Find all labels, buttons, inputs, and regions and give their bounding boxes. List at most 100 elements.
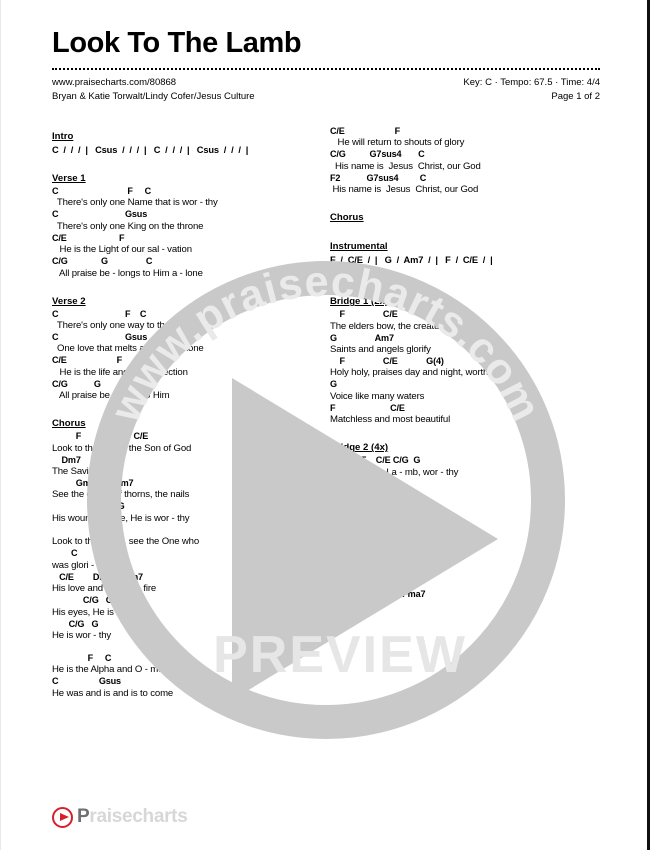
lyric-line: He will return to shouts of glory (330, 137, 465, 149)
chord-line: C F C (52, 186, 152, 196)
chart-url[interactable]: www.praisecharts.com/80868 (52, 76, 255, 90)
section-label: Chorus (52, 418, 86, 430)
lyric-line: One love that melts a heart of stone (52, 343, 204, 355)
chord-line: Gm7 Am7 (52, 478, 134, 489)
chord-line: C/G G7sus4 C (330, 149, 425, 160)
chart-section: Verse 2C F C There's only one way to the… (52, 291, 330, 414)
chart-section: C/E F He will return to shouts of glory C… (330, 126, 608, 207)
lyric-line: The elders bow, the creatures cry (330, 320, 467, 332)
lyric-line: He is wor - thy, wor - thy (330, 553, 429, 565)
section-label: Bridge 2 (4x) (330, 442, 389, 454)
lyric-line: Matchless and most beautiful (330, 414, 451, 426)
chord-line: C/G G C (52, 256, 153, 267)
lyric-line: His name is Jesus Christ, our God (330, 160, 481, 172)
chord-line: C/G G (52, 378, 101, 389)
chart-section: F C He is the Alpha and O - me - ga C Gsus… (52, 653, 330, 711)
chart-body: Intro C / / / | Csus / / / | C / / / | Cs… (52, 126, 608, 711)
lyric-line: Saints and angels glorify (330, 344, 431, 356)
chord-line: C Gsus (52, 209, 148, 220)
play-button-icon (52, 806, 73, 828)
brand-wordmark: Praisecharts (77, 806, 188, 828)
song-title: Look To The Lamb (52, 27, 302, 59)
chart-section: Chorus F C/E Look to the Lamb, the Son of… (52, 413, 330, 653)
lyric-line: All praise be - longs to Him a - lone (52, 267, 203, 279)
chart-section: Chorus (330, 490, 608, 519)
chord-progression-line: G(4) / / / | (330, 268, 378, 279)
metadata-left: www.praisecharts.com/80868 Bryan & Katie… (52, 76, 255, 104)
lyric-line: His eyes, He is wor - thy (52, 606, 152, 618)
chart-section: Bridge 2 (4x) F C/E C/G G Worthy is the L… (330, 437, 608, 489)
chord-line (52, 525, 330, 536)
page-number: Page 1 of 2 (551, 91, 600, 103)
chord-line: F C (52, 652, 112, 663)
chart-section: Bridge 1 (2x) F C/E The elders bow, the c… (330, 291, 608, 437)
lyric-line: He is wor - thy (52, 629, 112, 641)
section-label: Verse 2 (52, 295, 86, 307)
chord-chart-page: Look To The Lamb www.praisecharts.com/80… (0, 0, 650, 850)
chord-line: C/E F (52, 355, 123, 366)
lyric-line: His wounded side is wor - thy (330, 530, 451, 542)
lyric-line: See the crown of thorns, the nails (52, 489, 190, 501)
section-label: Instrumental (330, 241, 388, 253)
lyric-line: All praise be - longs to Him (52, 390, 170, 402)
brand-wordmark-visible: P (77, 806, 90, 827)
chord-line: C G (52, 548, 101, 559)
lyric-line: Look to the Lamb, see the One who (52, 536, 200, 548)
chord-line: C Gsus (52, 332, 148, 343)
chord-line: F C/E G(4) (330, 356, 444, 367)
section-label: Bridge 1 (2x) (330, 296, 389, 308)
chord-line: G(4) / | Fma7 (330, 588, 426, 599)
chord-line: C F C (52, 308, 147, 319)
section-label: Chorus (330, 494, 364, 506)
lyric-line: Worthy is the La - mb, wor - thy (330, 466, 459, 478)
chord-line: C/E Dm7 Am7 (52, 571, 143, 582)
chart-section: Verse 1 C F C There's only one Name that … (52, 168, 330, 291)
chart-section: Chorus (330, 207, 608, 236)
header-divider (52, 68, 600, 72)
chord-line: C/E F (52, 232, 125, 243)
chord-progression-line: F / C/E / | G / Am7 / | F / C/E / | (330, 255, 493, 266)
chord-line: F C/E (52, 431, 149, 442)
right-column: C/E F He will return to shouts of glory C… (330, 126, 608, 711)
chart-header: Look To The Lamb www.praisecharts.com/80… (52, 27, 600, 104)
lyric-line: The Savior (52, 466, 97, 478)
chord-line: F2 G7sus4 C (330, 172, 427, 183)
key-tempo-time: Key: C · Tempo: 67.5 · Time: 4/4 (463, 77, 600, 89)
chord-line: C/G G (52, 501, 125, 512)
lyric-line: Look to the Lamb, the Son of God (52, 442, 192, 454)
lyric-line: There's only one way to the Fa - ther (52, 320, 208, 332)
lyric-line (330, 577, 608, 589)
lyric-line (330, 600, 608, 612)
section-label: Intro (52, 131, 74, 142)
chord-progression-line: C / / / | Csus / / / | C / / / | Csus / … (52, 145, 249, 155)
chart-metadata: www.praisecharts.com/80868 Bryan & Katie… (52, 76, 600, 104)
chart-section: Intro C / / / | Csus / / / | C / / / | Cs… (52, 126, 330, 168)
lyric-line: His wounded side, He is wor - thy (52, 512, 190, 524)
chord-line: C/G G / C/E (52, 595, 142, 606)
chord-line: C/G G C/G G (330, 542, 438, 553)
brand-wordmark-faded: raisecharts (89, 806, 188, 827)
lyric-line: was glori - fied (52, 559, 112, 571)
chord-line: Dm7 (52, 454, 81, 465)
chord-line: C Gsus (52, 676, 121, 687)
praisecharts-logo[interactable]: Praisecharts (52, 806, 188, 828)
chord-line: G Am7 (330, 332, 394, 343)
chord-line: F C/E C/G G (330, 455, 421, 466)
lyric-line: He is the Alpha and O - me - ga (52, 664, 182, 676)
lyric-line: There's only one King on the throne (52, 220, 204, 232)
chart-section: Instrumental F / C/E / | G / Am7 / | F / … (330, 236, 608, 291)
lyric-line: Holy holy, praises day and night, worthy (330, 367, 493, 379)
chart-authors: Bryan & Katie Torwalt/Lindy Cofer/Jesus … (52, 91, 255, 103)
lyric-line: There's only one Name that is wor - thy (52, 197, 218, 209)
section-label: Chorus (330, 212, 364, 224)
